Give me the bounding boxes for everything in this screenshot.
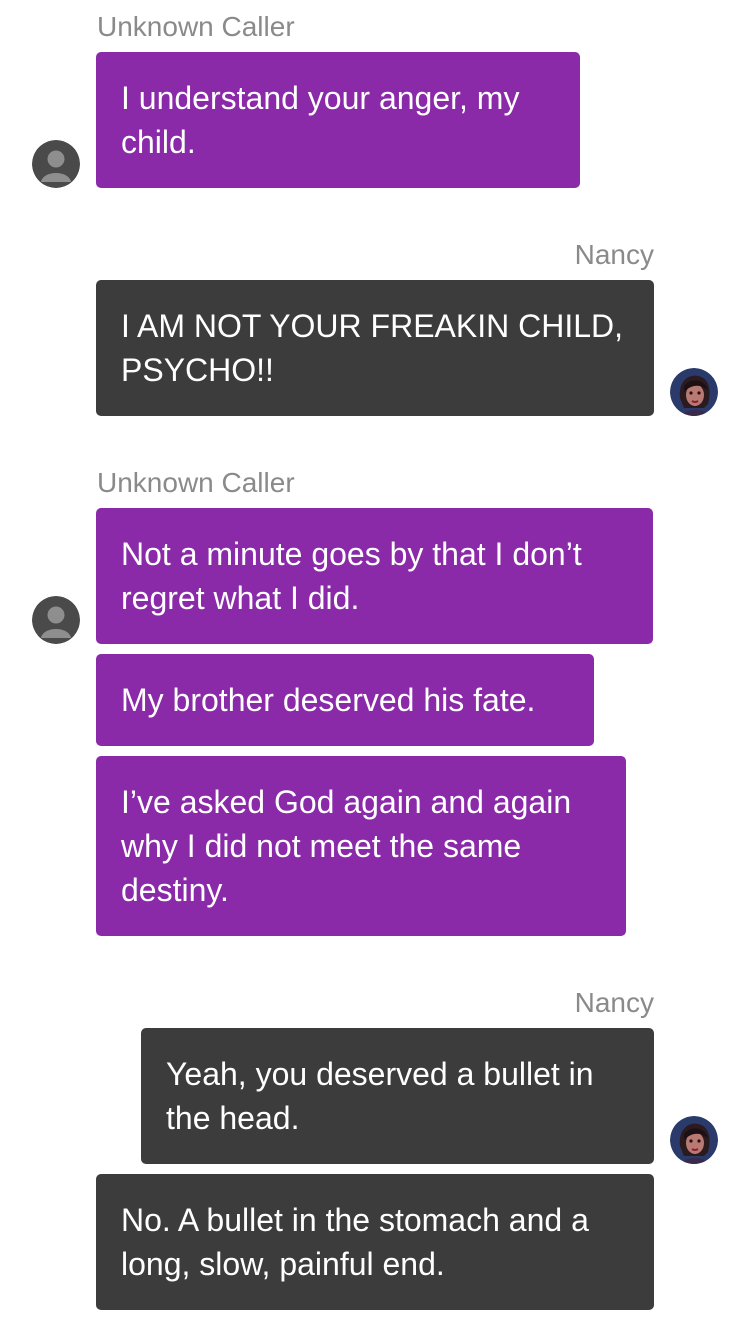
sender-label-unknown-caller: Unknown Caller — [97, 11, 295, 42]
sender-label-unknown-caller: Unknown Caller — [97, 467, 295, 498]
caller-avatar-icon[interactable] — [32, 596, 80, 644]
message-bubble[interactable]: I understand your anger, my child. — [96, 52, 580, 188]
sender-label-nancy: Nancy — [574, 239, 654, 270]
message-bubble[interactable]: Yeah, you deserved a bullet in the head. — [141, 1028, 654, 1164]
nancy-avatar-icon[interactable] — [670, 368, 718, 416]
sender-label-nancy: Nancy — [574, 987, 654, 1018]
message-bubble[interactable]: My brother deserved his fate. — [96, 654, 594, 746]
message-bubble[interactable]: I AM NOT YOUR FREAKIN CHILD, PSYCHO!! — [96, 280, 654, 416]
nancy-avatar-icon[interactable] — [670, 1116, 718, 1164]
message-bubble[interactable]: Not a minute goes by that I don’t regret… — [96, 508, 653, 644]
message-bubble[interactable]: I’ve asked God again and again why I did… — [96, 756, 626, 936]
caller-avatar-icon[interactable] — [32, 140, 80, 188]
message-bubble[interactable]: No. A bullet in the stomach and a long, … — [96, 1174, 654, 1310]
